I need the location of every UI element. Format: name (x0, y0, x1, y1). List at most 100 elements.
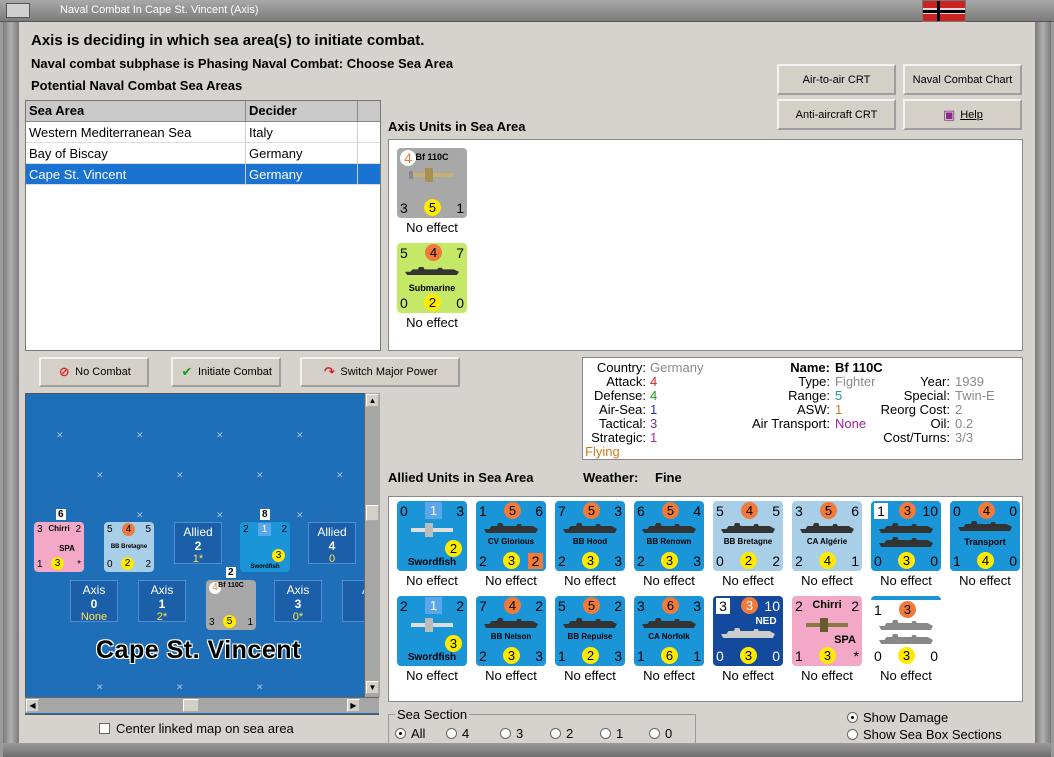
map-vertical-scrollbar[interactable]: ▲ ▼ (364, 393, 380, 697)
unit-counter-bf110c[interactable]: 4 Bf 110C 3 5 1 (397, 148, 467, 218)
allied-sea-box[interactable]: Allied 2 1* (174, 522, 222, 565)
unit-counter-bb-bretagne[interactable]: 5 4 5 BB Bretagne 0 2 2 (713, 501, 783, 571)
unit-counter-cv-glorious[interactable]: 1 5 6 CV Glorious 2 3 2 (476, 501, 546, 571)
unit-counter-convoy[interactable]: 1 3 0 3 0 (871, 596, 941, 666)
system-menu-button[interactable] (6, 3, 30, 18)
column-header-sea-area[interactable]: Sea Area (26, 101, 246, 121)
scroll-left-arrow-icon[interactable]: ◀ (26, 699, 39, 712)
bottom-frame-bar (3, 743, 1051, 757)
checkbox-box[interactable] (99, 723, 110, 734)
sea-section-radio-3[interactable]: 3 (500, 726, 523, 741)
stack-count: 8 (260, 509, 270, 520)
decider-cell: Germany (246, 143, 358, 163)
combat-result: No effect (406, 668, 458, 683)
map-horizontal-scrollbar[interactable]: ◀ ▶ (25, 697, 379, 713)
sea-area-map[interactable]: ✕ ✕ ✕ ✕ ✕ ✕ ✕ ✕ ✕ ✕ ✕ ✕ ✕ ✕ ✕ 6 3 Chirri… (25, 393, 379, 715)
unit-counter-bb-repulse[interactable]: 5 5 2 BB Repulse 1 2 3 (555, 596, 625, 666)
sea-section-radio-all[interactable]: All (395, 726, 425, 741)
no-combat-button[interactable]: ⊘ No Combat (39, 357, 149, 387)
german-flag-icon (922, 0, 966, 22)
sea-section-radio-4[interactable]: 4 (446, 726, 469, 741)
allied-sea-box[interactable]: Allied 4 0 (308, 522, 356, 565)
show-sea-box-sections-radio[interactable]: Show Sea Box Sections (847, 727, 1002, 742)
unit-counter-convoy[interactable]: 1 3 10 0 3 0 (871, 501, 941, 571)
ship-icon (879, 620, 933, 630)
allied-units-label: Allied Units in Sea Area (388, 470, 534, 485)
unit-counter-swordfish[interactable]: 0 1 3 Swordfish 2 (397, 501, 467, 571)
axis-sea-box[interactable]: Axis 3 0* (274, 580, 322, 623)
status-heading: Axis is deciding in which sea area(s) to… (31, 32, 425, 49)
aircraft-icon (411, 523, 453, 537)
sea-section-group: Sea Section All 4 3 2 1 0 (388, 707, 696, 744)
ship-icon (721, 523, 775, 533)
sea-area-cell: Western Mediterranean Sea (26, 122, 246, 142)
dialog-content: Axis is deciding in which sea area(s) to… (19, 22, 1035, 744)
map-counter-bf110c[interactable]: 4 Bf 110C 3 5 1 (206, 580, 256, 630)
help-button[interactable]: ▣ Help (903, 99, 1022, 130)
table-row[interactable]: Bay of Biscay Germany (26, 143, 380, 164)
center-linked-map-checkbox[interactable]: Center linked map on sea area (99, 721, 294, 736)
sea-section-radio-2[interactable]: 2 (550, 726, 573, 741)
aircraft-icon (806, 618, 848, 632)
map-counter-bretagne[interactable]: 5 4 5 BB Bretagne 0 2 2 (104, 522, 154, 572)
stack-count: 2 (226, 567, 236, 578)
table-row-selected[interactable]: Cape St. Vincent Germany (26, 164, 380, 185)
ship-icon (563, 618, 617, 628)
allied-units-panel: 0 1 3 Swordfish 2 No effect 1 5 6 CV Glo… (388, 496, 1023, 702)
axis-sea-box[interactable]: Axis 1 2* (138, 580, 186, 623)
unit-counter-transport[interactable]: 0 4 0 Transport 1 4 0 (950, 501, 1020, 571)
ship-icon (958, 521, 1012, 531)
combat-result: No effect (406, 315, 458, 330)
combat-result: No effect (722, 573, 774, 588)
scroll-right-arrow-icon[interactable]: ▶ (347, 699, 360, 712)
ship-icon (563, 523, 617, 533)
right-frame-bar (1035, 22, 1051, 757)
column-header-decider[interactable]: Decider (246, 101, 358, 121)
combat-result: No effect (643, 668, 695, 683)
scroll-up-arrow-icon[interactable]: ▲ (366, 394, 379, 407)
combat-result: No effect (959, 573, 1011, 588)
combat-result: No effect (564, 573, 616, 588)
initiate-combat-button[interactable]: ✔ Initiate Combat (171, 357, 281, 387)
scroll-thumb[interactable] (183, 699, 199, 712)
book-icon: ▣ (943, 106, 956, 122)
unit-counter-submarine[interactable]: 5 4 7 Submarine 0 2 0 (397, 243, 467, 313)
sea-section-radio-0[interactable]: 0 (649, 726, 672, 741)
decider-cell: Italy (246, 122, 358, 142)
unit-counter-chirri[interactable]: 2 Chirri 2 SPA 1 3 * (792, 596, 862, 666)
sea-area-cell: Bay of Biscay (26, 143, 246, 163)
unit-info-panel: Country: Germany Attack: 4 Defense: 4 Ai… (582, 357, 1023, 460)
combat-result: No effect (801, 668, 853, 683)
sea-area-cell: Cape St. Vincent (26, 164, 246, 184)
table-row[interactable]: Western Mediterranean Sea Italy (26, 122, 380, 143)
show-damage-radio[interactable]: Show Damage (847, 710, 948, 725)
ship-icon (721, 628, 775, 638)
map-counter-swordfish[interactable]: 2 1 2 3 Swordfish (240, 522, 290, 572)
potential-areas-label: Potential Naval Combat Sea Areas (31, 78, 243, 93)
scroll-thumb[interactable] (366, 505, 379, 521)
sea-section-radio-1[interactable]: 1 (600, 726, 623, 741)
unit-counter-bb-renown[interactable]: 6 5 4 BB Renown 2 3 3 (634, 501, 704, 571)
combat-result: No effect (880, 573, 932, 588)
ship-icon (879, 523, 933, 533)
switch-arrow-icon: ↷ (323, 364, 335, 379)
anti-aircraft-crt-button[interactable]: Anti-aircraft CRT (777, 99, 896, 130)
ship-icon (642, 618, 696, 628)
combat-result: No effect (406, 573, 458, 588)
air-to-air-crt-button[interactable]: Air-to-air CRT (777, 64, 896, 95)
aircraft-icon (409, 168, 453, 182)
combat-result: No effect (485, 573, 537, 588)
unit-counter-ca-algerie[interactable]: 3 5 6 CA Algérie 2 4 1 (792, 501, 862, 571)
unit-counter-bb-hood[interactable]: 7 5 3 BB Hood 2 3 3 (555, 501, 625, 571)
naval-combat-chart-button[interactable]: Naval Combat Chart (903, 64, 1022, 95)
unit-counter-ca-norfolk[interactable]: 3 6 3 CA Norfolk 1 6 1 (634, 596, 704, 666)
unit-counter-bb-nelson[interactable]: 7 4 2 BB Nelson 2 3 3 (476, 596, 546, 666)
axis-sea-box[interactable]: Axis 0 None (70, 580, 118, 623)
unit-counter-swordfish[interactable]: 2 1 2 Swordfish 3 (397, 596, 467, 666)
map-counter-chirri[interactable]: 3 Chirri 2 SPA 1 3 * (34, 522, 84, 572)
scroll-down-arrow-icon[interactable]: ▼ (366, 681, 379, 694)
unit-counter-ned-convoy[interactable]: 3 3 10 NED 0 3 0 (713, 596, 783, 666)
combat-result: No effect (880, 668, 932, 683)
switch-major-power-button[interactable]: ↷ Switch Major Power (300, 357, 460, 387)
table-header: Sea Area Decider (26, 101, 380, 122)
